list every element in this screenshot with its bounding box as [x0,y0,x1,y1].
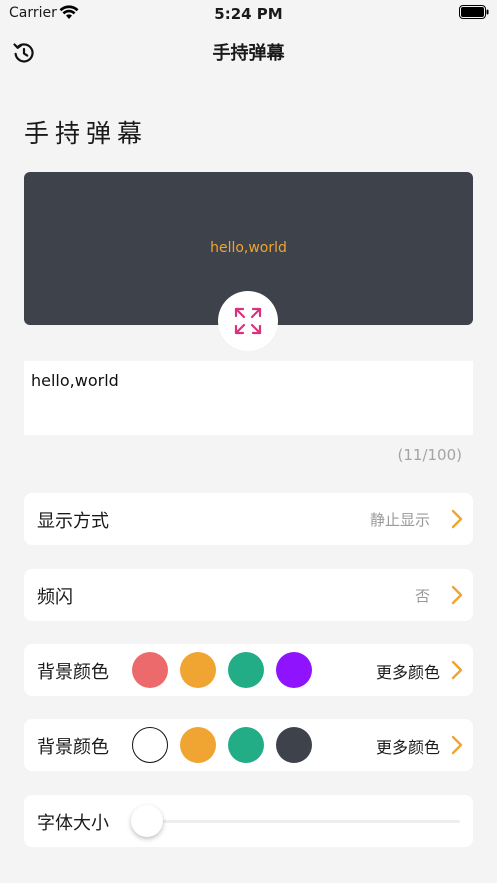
preview-text: hello,world [210,240,287,256]
flash-value: 否 [414,587,430,605]
color-swatch-dark-gray[interactable] [276,727,312,763]
chevron-right-icon [451,509,463,529]
barrage-text-input[interactable] [31,371,461,390]
chevron-right-icon[interactable] [451,660,463,680]
nav-bar: 手持弹幕 [0,26,497,76]
color-swatch-red[interactable] [132,652,168,688]
nav-title: 手持弹幕 [212,43,285,64]
chevron-right-icon[interactable] [451,735,463,755]
flash-row[interactable]: 频闪 否 [24,569,473,621]
chevron-right-icon [451,585,463,605]
status-bar: Carrier 5:24 PM [0,0,497,26]
background-color-label: 背景颜色 [37,662,109,683]
font-size-row: 字体大小 [24,795,473,847]
page-heading: 手持弹幕 [24,119,149,148]
color-swatch-white[interactable] [132,727,168,763]
more-colors-button[interactable]: 更多颜色 [376,734,440,758]
color-swatch-green[interactable] [228,727,264,763]
flash-label: 频闪 [37,587,73,608]
more-colors-button[interactable]: 更多颜色 [376,659,440,683]
fullscreen-button[interactable] [218,291,278,351]
text-color-label: 背景颜色 [37,737,109,758]
background-color-row: 背景颜色 更多颜色 [24,644,473,696]
color-swatch-green[interactable] [228,652,264,688]
color-swatch-purple[interactable] [276,652,312,688]
expand-icon [234,307,262,335]
font-size-label: 字体大小 [37,813,109,834]
display-mode-value: 静止显示 [369,511,430,529]
font-size-slider-thumb[interactable] [131,805,163,837]
font-size-slider-track[interactable] [150,820,460,823]
status-time: 5:24 PM [214,5,283,23]
barrage-text-card [24,361,473,435]
text-color-row: 背景颜色 更多颜色 [24,719,473,771]
display-mode-row[interactable]: 显示方式 静止显示 [24,493,473,545]
color-swatch-orange[interactable] [180,727,216,763]
battery-icon [459,5,489,19]
color-swatch-orange[interactable] [180,652,216,688]
display-mode-label: 显示方式 [37,511,109,532]
char-count: (11/100) [397,446,462,464]
